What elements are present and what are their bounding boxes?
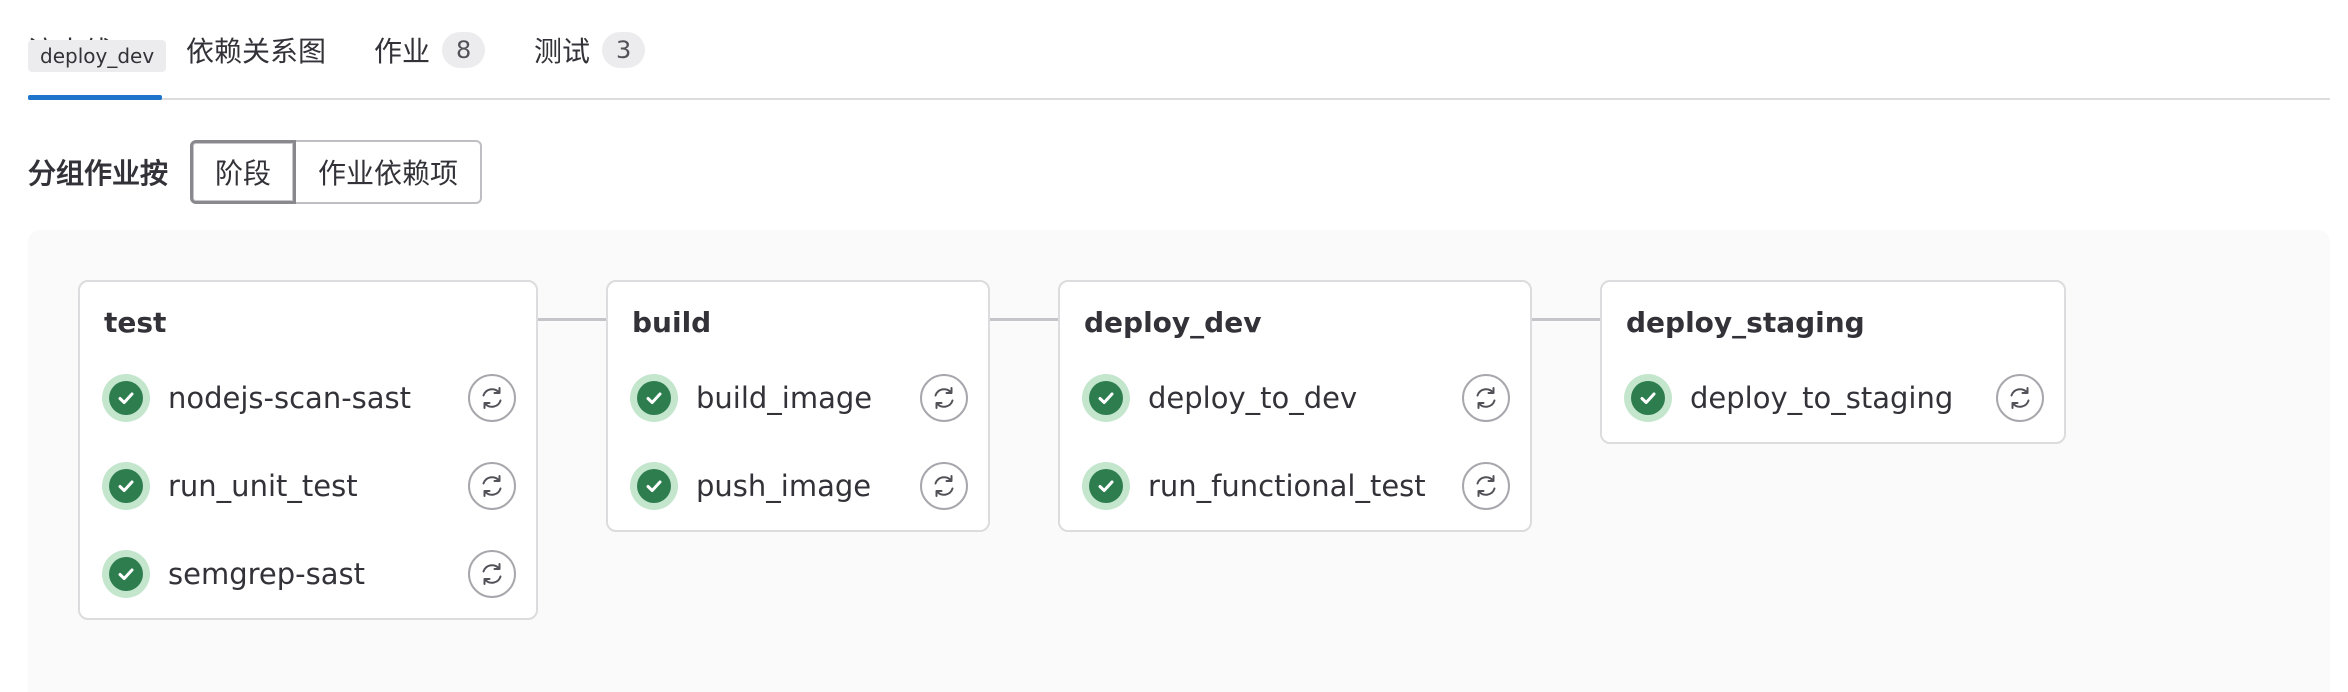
success-check-icon — [102, 374, 150, 422]
job-build-image[interactable]: build_image — [630, 366, 872, 430]
success-check-icon — [630, 374, 678, 422]
job-name: run_unit_test — [168, 469, 358, 503]
retry-icon[interactable] — [920, 374, 968, 422]
job-semgrep-sast[interactable]: semgrep-sast — [102, 542, 365, 606]
stage-build: build build_image push_image — [606, 280, 990, 532]
tab-label: 测试 — [534, 35, 591, 68]
group-by-label: 分组作业按 — [28, 157, 169, 190]
pipeline-tabs: 流水线 依赖关系图 作业 8 测试 3 deploy_dev — [28, 0, 2330, 100]
tab-label: 作业 — [374, 35, 431, 68]
stage-deploy-dev: deploy_dev deploy_to_dev run_functional_… — [1058, 280, 1532, 532]
stage-title: deploy_dev — [1084, 306, 1262, 339]
retry-icon[interactable] — [468, 462, 516, 510]
stage-connector — [988, 318, 1060, 321]
success-check-icon — [1082, 462, 1130, 510]
job-name: push_image — [696, 469, 872, 503]
tab-tests[interactable]: 测试 3 — [534, 22, 646, 78]
active-tab-indicator — [28, 95, 162, 100]
retry-icon[interactable] — [468, 550, 516, 598]
success-check-icon — [630, 462, 678, 510]
stage-title: test — [104, 306, 167, 339]
retry-icon[interactable] — [1996, 374, 2044, 422]
tab-dependency-graph[interactable]: 依赖关系图 — [186, 22, 326, 78]
stage-test: test nodejs-scan-sast run_unit_test semg… — [78, 280, 538, 620]
stage-title: deploy_staging — [1626, 306, 1865, 339]
job-nodejs-scan-sast[interactable]: nodejs-scan-sast — [102, 366, 411, 430]
retry-icon[interactable] — [920, 462, 968, 510]
retry-icon[interactable] — [468, 374, 516, 422]
success-check-icon — [102, 462, 150, 510]
job-deploy-to-dev[interactable]: deploy_to_dev — [1082, 366, 1357, 430]
job-run-unit-test[interactable]: run_unit_test — [102, 454, 358, 518]
stage-deploy-staging: deploy_staging deploy_to_staging — [1600, 280, 2066, 444]
tab-label: 依赖关系图 — [186, 35, 327, 68]
retry-icon[interactable] — [1462, 374, 1510, 422]
success-check-icon — [1082, 374, 1130, 422]
pipeline-graph: test nodejs-scan-sast run_unit_test semg… — [28, 230, 2330, 692]
group-by-job-dependencies-button[interactable]: 作业依赖项 — [296, 140, 483, 204]
job-deploy-to-staging[interactable]: deploy_to_staging — [1624, 366, 1953, 430]
group-by-stage-button[interactable]: 阶段 — [190, 140, 297, 204]
job-name: semgrep-sast — [168, 557, 365, 591]
stage-connector — [536, 318, 608, 321]
job-name: run_functional_test — [1148, 469, 1426, 503]
job-name: deploy_to_staging — [1690, 381, 1954, 415]
stage-connector — [1530, 318, 1602, 321]
job-name: nodejs-scan-sast — [168, 381, 412, 415]
job-name: deploy_to_dev — [1148, 381, 1358, 415]
jobs-count-badge: 8 — [442, 32, 486, 68]
tab-jobs[interactable]: 作业 8 — [374, 22, 486, 78]
tests-count-badge: 3 — [602, 32, 646, 68]
job-run-functional-test[interactable]: run_functional_test — [1082, 454, 1426, 518]
tooltip: deploy_dev — [28, 40, 167, 72]
success-check-icon — [1624, 374, 1672, 422]
retry-icon[interactable] — [1462, 462, 1510, 510]
success-check-icon — [102, 550, 150, 598]
job-name: build_image — [696, 381, 873, 415]
group-jobs-by: 分组作业按 阶段 作业依赖项 — [28, 140, 483, 204]
stage-title: build — [632, 306, 712, 339]
job-push-image[interactable]: push_image — [630, 454, 871, 518]
group-by-toggle: 阶段 作业依赖项 — [190, 140, 483, 204]
tabs-divider — [28, 98, 2330, 100]
